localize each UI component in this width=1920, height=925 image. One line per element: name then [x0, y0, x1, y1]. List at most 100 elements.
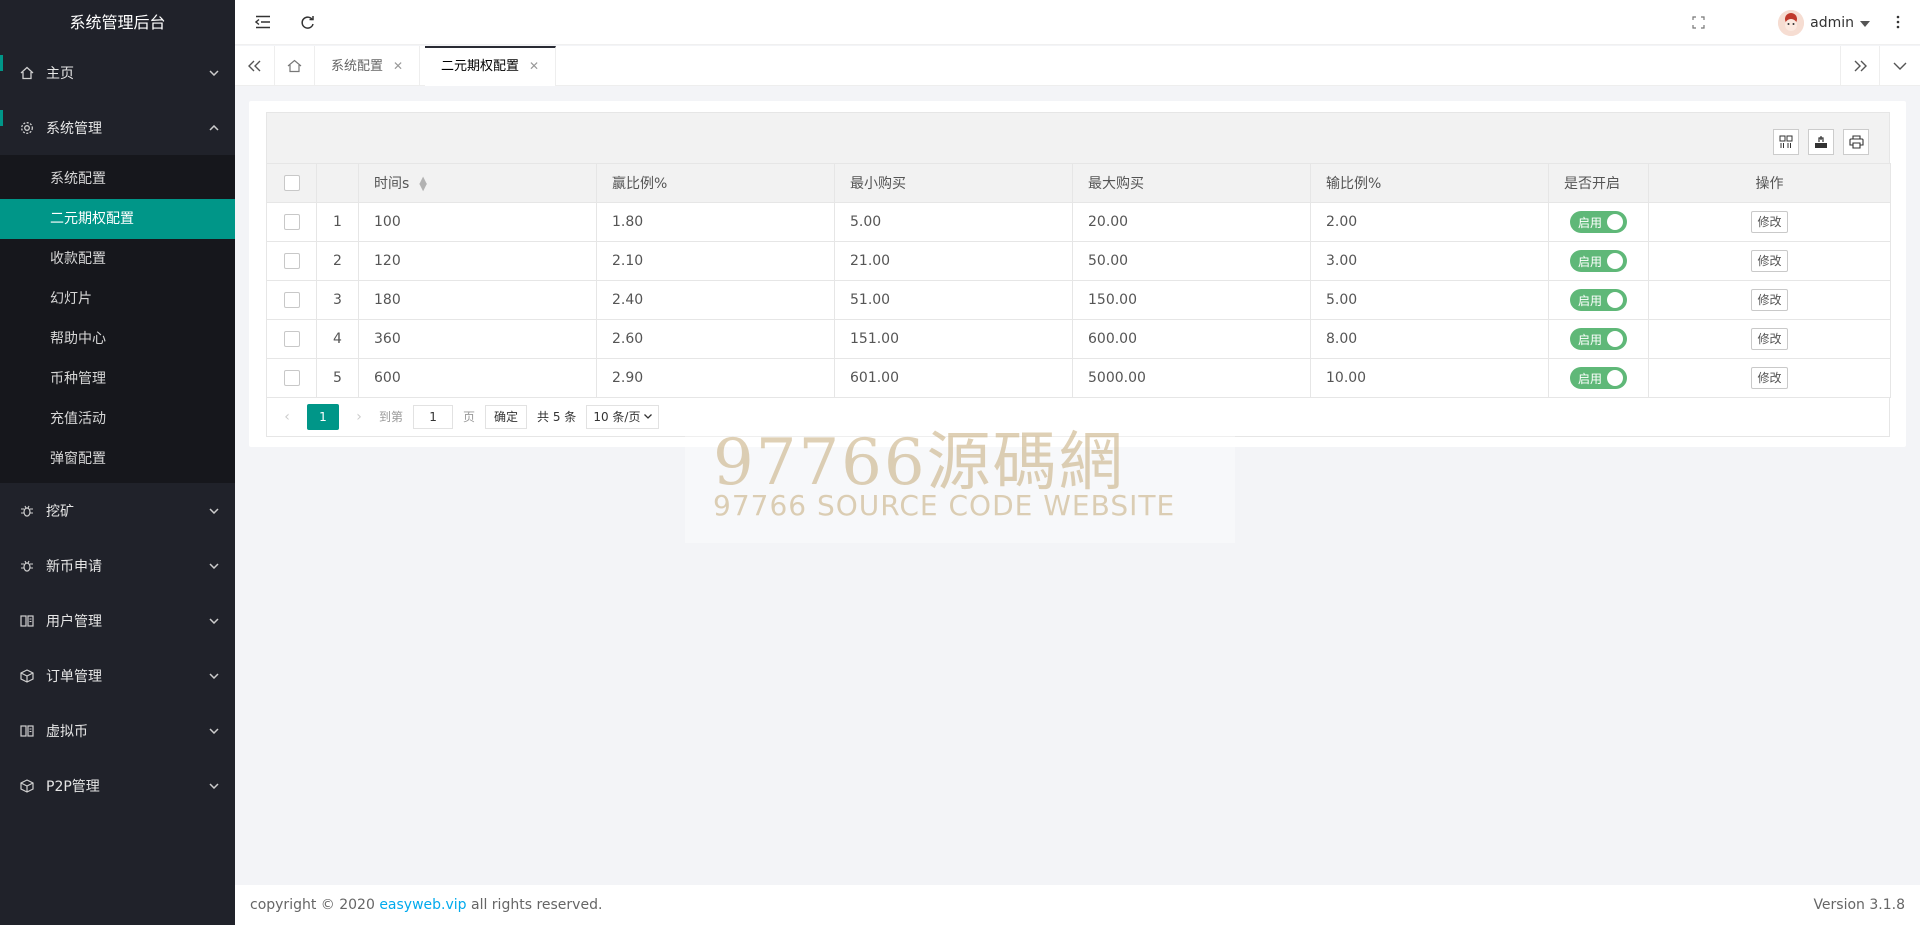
- sidebar-item-mining[interactable]: 挖矿: [0, 483, 235, 538]
- copyright: copyright © 2020 easyweb.vip all rights …: [250, 897, 603, 913]
- sidebar-item-label: P2P管理: [46, 778, 100, 795]
- table-header-row: 时间s ▲ ▼ 赢比例% 最小购买 最大购买 输比例% 是否开启 操作: [266, 163, 1891, 203]
- sidebar-item-popup-config[interactable]: 弹窗配置: [0, 439, 235, 479]
- column-header-min-buy: 最小购买: [834, 163, 1073, 203]
- chevron-up-icon: [209, 123, 219, 133]
- cell-actions: 修改: [1648, 358, 1891, 398]
- print-icon[interactable]: [1843, 129, 1869, 155]
- cell-actions: 修改: [1648, 280, 1891, 320]
- enabled-toggle[interactable]: 启用: [1570, 367, 1627, 389]
- select-all-checkbox[interactable]: [266, 163, 317, 203]
- row-index: 5: [316, 358, 359, 398]
- cube-icon: [20, 778, 34, 793]
- enabled-toggle[interactable]: 启用: [1570, 211, 1627, 233]
- goto-page-input[interactable]: 1: [413, 404, 454, 429]
- version: Version 3.1.8: [1813, 897, 1905, 913]
- tabs-scroll-right-icon[interactable]: [1840, 46, 1880, 86]
- nav-group-home: 主页: [0, 45, 235, 100]
- sidebar-item-order-manage[interactable]: 订单管理: [0, 648, 235, 703]
- enabled-toggle[interactable]: 启用: [1570, 328, 1627, 350]
- sidebar-item-binary-option-config[interactable]: 二元期权配置: [0, 199, 235, 239]
- current-page[interactable]: 1: [307, 403, 339, 430]
- footer-link[interactable]: easyweb.vip: [379, 897, 466, 913]
- caret-down-icon: [1860, 15, 1870, 31]
- column-header-win-ratio: 赢比例%: [596, 163, 835, 203]
- cell-win-ratio: 2.40: [596, 280, 835, 320]
- tab-binary-option-config[interactable]: 二元期权配置 ✕: [425, 46, 557, 86]
- toggle-knob: [1607, 253, 1623, 269]
- sidebar-item-currency-manage[interactable]: 币种管理: [0, 359, 235, 399]
- refresh-icon[interactable]: [297, 12, 317, 32]
- collapse-sidebar-icon[interactable]: [253, 12, 273, 32]
- sidebar-item-label: 系统管理: [46, 120, 102, 137]
- sidebar-item-user-manage[interactable]: 用户管理: [0, 593, 235, 648]
- edit-button[interactable]: 修改: [1751, 211, 1788, 233]
- cell-win-ratio: 1.80: [596, 202, 835, 242]
- sidebar-item-payment-config[interactable]: 收款配置: [0, 239, 235, 279]
- tabs-scroll-left-icon[interactable]: [235, 46, 275, 86]
- column-header-enabled: 是否开启: [1548, 163, 1649, 203]
- goto-label: 到第: [379, 410, 404, 424]
- user-menu[interactable]: admin: [1778, 10, 1870, 36]
- edit-button[interactable]: 修改: [1751, 250, 1788, 272]
- sidebar: 系统管理后台 主页 系统管理 系统配置 二元期权配置 收款配置 幻灯片 帮助中心…: [0, 0, 235, 925]
- enabled-toggle[interactable]: 启用: [1570, 289, 1627, 311]
- sidebar-item-p2p-manage[interactable]: P2P管理: [0, 758, 235, 813]
- edit-button[interactable]: 修改: [1751, 328, 1788, 350]
- chevron-down-icon: [209, 616, 219, 626]
- cell-enabled: 启用: [1548, 202, 1649, 242]
- chevron-down-icon: [644, 414, 653, 419]
- more-vertical-icon[interactable]: [1888, 12, 1908, 32]
- edit-button[interactable]: 修改: [1751, 367, 1788, 389]
- sort-icon[interactable]: ▲ ▼: [419, 176, 427, 193]
- columns-filter-icon[interactable]: [1773, 129, 1799, 155]
- close-icon[interactable]: ✕: [529, 59, 539, 73]
- fullscreen-icon[interactable]: [1688, 12, 1708, 32]
- nav-group-system: 系统管理 系统配置 二元期权配置 收款配置 幻灯片 帮助中心 币种管理 充值活动…: [0, 100, 235, 483]
- sidebar-item-system-config[interactable]: 系统配置: [0, 159, 235, 199]
- bug-icon: [20, 559, 34, 573]
- app-logo-title: 系统管理后台: [0, 0, 235, 45]
- column-header-time[interactable]: 时间s ▲ ▼: [358, 163, 597, 203]
- next-page-icon[interactable]: ›: [349, 409, 369, 425]
- column-header-max-buy: 最大购买: [1072, 163, 1311, 203]
- cell-min-buy: 151.00: [834, 319, 1073, 359]
- per-page-select[interactable]: 10 条/页: [586, 404, 660, 429]
- sidebar-item-slideshow[interactable]: 幻灯片: [0, 279, 235, 319]
- sidebar-item-home[interactable]: 主页: [0, 45, 235, 100]
- sidebar-item-system[interactable]: 系统管理: [0, 100, 235, 155]
- export-icon[interactable]: [1808, 129, 1834, 155]
- row-checkbox[interactable]: [266, 319, 317, 359]
- nav-group-mining: 挖矿: [0, 483, 235, 538]
- sidebar-item-virtual-coin[interactable]: 虚拟币: [0, 703, 235, 758]
- prev-page-icon[interactable]: ‹: [277, 409, 297, 425]
- enabled-toggle[interactable]: 启用: [1570, 250, 1627, 272]
- tab-home-icon[interactable]: [275, 46, 315, 86]
- close-icon[interactable]: ✕: [393, 59, 403, 73]
- row-checkbox[interactable]: [266, 241, 317, 281]
- page-unit-label: 页: [463, 410, 476, 424]
- cell-time: 360: [358, 319, 597, 359]
- table-toolbar: [266, 112, 1890, 163]
- username: admin: [1810, 15, 1854, 31]
- watermark: 97766源碼網 97766 SOURCE CODE WEBSITE: [685, 403, 1235, 543]
- table-row: 1 100 1.80 5.00 20.00 2.00 启用 修改: [266, 202, 1891, 242]
- tab-system-config[interactable]: 系统配置 ✕: [315, 46, 421, 86]
- row-checkbox[interactable]: [266, 202, 317, 242]
- total-count: 共 5 条: [537, 410, 577, 424]
- row-checkbox[interactable]: [266, 280, 317, 320]
- tabs-bar: 系统配置 ✕ 二元期权配置 ✕: [235, 46, 1920, 86]
- goto-confirm-button[interactable]: 确定: [485, 404, 528, 429]
- cell-lose-ratio: 5.00: [1310, 280, 1549, 320]
- tabs-menu-chevron-down-icon[interactable]: [1880, 46, 1920, 86]
- row-checkbox[interactable]: [266, 358, 317, 398]
- sidebar-item-help-center[interactable]: 帮助中心: [0, 319, 235, 359]
- row-index: 2: [316, 241, 359, 281]
- edit-button[interactable]: 修改: [1751, 289, 1788, 311]
- watermark-en: 97766 SOURCE CODE WEBSITE: [713, 489, 1176, 522]
- cell-min-buy: 5.00: [834, 202, 1073, 242]
- sidebar-item-recharge-activity[interactable]: 充值活动: [0, 399, 235, 439]
- read-icon: [20, 724, 34, 738]
- sidebar-item-new-coin-apply[interactable]: 新币申请: [0, 538, 235, 593]
- sidebar-item-label: 虚拟币: [46, 723, 88, 740]
